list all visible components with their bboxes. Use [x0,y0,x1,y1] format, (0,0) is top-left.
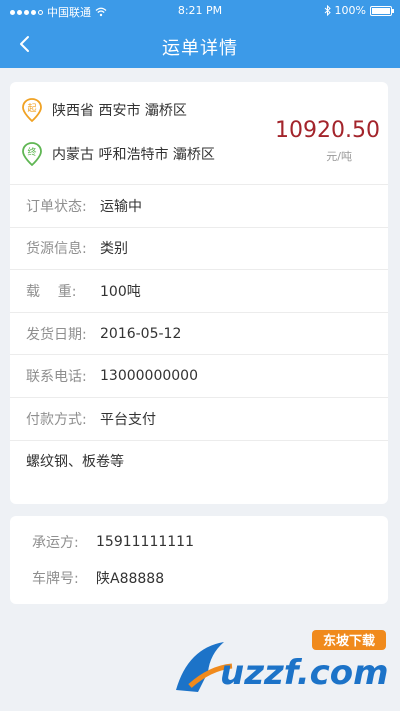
status-right: 100% [324,4,394,17]
destination-address: 内蒙古 呼和浩特市 灞桥区 [52,147,215,163]
watermark-text: uzzf.com [220,653,389,693]
detail-label: 付款方式: [26,411,87,428]
detail-row-phone: 联系电话: 13000000000 [10,354,388,397]
details-list: 订单状态: 运输中 货源信息: 类别 载 重: 100吨 发货日期: 2016-… [10,184,388,482]
detail-label: 载 重: [26,283,77,300]
waybill-card: 起 陕西省 西安市 灞桥区 终 内蒙古 呼和浩特市 灞桥区 10920.50 元… [10,82,388,504]
detail-row-ship-date: 发货日期: 2016-05-12 [10,311,388,355]
plate-label: 车牌号: [32,571,79,587]
destination-badge: 终 [27,146,36,158]
watermark-logo: 东坡下载 uzzf.com [176,630,389,693]
price-unit: 元/吨 [326,150,352,163]
cargo-note: 螺纹钢、板卷等 [10,439,388,483]
origin-badge: 起 [27,103,36,114]
watermark-tag: 东坡下载 [323,633,375,649]
origin-pin-icon: 起 [22,98,42,122]
origin-row: 起 陕西省 西安市 灞桥区 [22,98,187,122]
carrier-label: 承运方: [32,535,79,551]
detail-label: 订单状态: [26,198,87,215]
detail-label: 货源信息: [26,241,87,258]
origin-address: 陕西省 西安市 灞桥区 [52,103,187,119]
carrier-card: 承运方: 15911111111 车牌号: 陕A88888 [10,516,388,604]
battery-percent: 100% [334,4,366,17]
carrier-phone[interactable]: 15911111111 [96,534,194,550]
battery-icon [370,5,394,16]
detail-value: 2016-05-12 [100,325,182,342]
freight-price: 10920.50 [275,118,380,143]
detail-value: 类别 [100,241,128,258]
detail-row-payment: 付款方式: 平台支付 [10,396,388,440]
plate-row: 车牌号: 陕A88888 [10,560,388,596]
app-header: 中国联通 8:21 PM 100% 运单详情 [0,0,400,68]
status-bar: 中国联通 8:21 PM 100% [0,0,400,22]
bluetooth-icon [324,5,331,16]
battery-level [372,7,390,14]
detail-row-cargo: 货源信息: 类别 [10,226,388,270]
detail-value: 平台支付 [100,411,156,428]
phone-number-link[interactable]: 13000000000 [100,368,198,384]
destination-pin-icon: 终 [22,142,42,166]
detail-label: 联系电话: [26,369,87,386]
detail-value: 运输中 [100,198,142,215]
detail-row-status: 订单状态: 运输中 [10,184,388,227]
detail-value: 100吨 [100,283,141,300]
destination-row: 终 内蒙古 呼和浩特市 灞桥区 [22,142,215,166]
carrier-row: 承运方: 15911111111 [10,524,388,560]
detail-row-weight: 载 重: 100吨 [10,269,388,312]
route-section: 起 陕西省 西安市 灞桥区 终 内蒙古 呼和浩特市 灞桥区 10920.50 元… [10,82,388,184]
detail-label: 发货日期: [26,326,87,343]
page-title: 运单详情 [162,38,238,59]
plate-number: 陕A88888 [96,571,165,587]
nav-bar: 运单详情 [0,22,400,68]
